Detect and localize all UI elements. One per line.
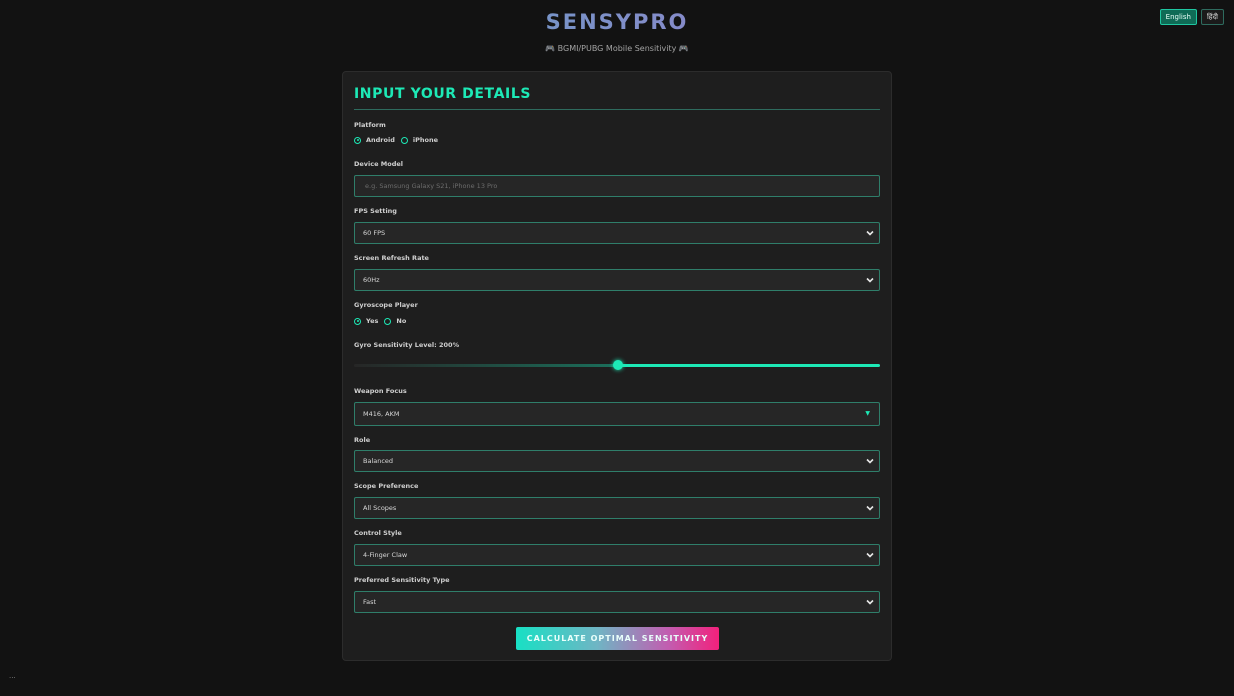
app-logo: SENSYPRO: [0, 10, 1234, 34]
slider-thumb[interactable]: [613, 360, 623, 370]
fps-label: FPS Setting: [354, 207, 397, 215]
tagline-text: BGMI/PUBG Mobile Sensitivity: [557, 44, 677, 53]
chevron-down-icon: [866, 505, 874, 511]
radio-label: iPhone: [412, 136, 438, 144]
fps-value: 60 FPS: [363, 229, 386, 237]
weapon-focus-value: M416, AKM: [363, 410, 400, 418]
gyroscope-label: Gyroscope Player: [354, 301, 418, 309]
refresh-rate-select[interactable]: 60Hz: [354, 269, 880, 291]
language-switcher: English हिंदी: [1159, 9, 1224, 25]
device-model-label: Device Model: [354, 160, 404, 168]
platform-iphone-radio[interactable]: iPhone: [400, 136, 438, 144]
radio-label: Android: [366, 136, 395, 144]
chevron-down-icon: [866, 230, 874, 236]
radio-label: No: [396, 317, 407, 325]
weapon-focus-label: Weapon Focus: [354, 387, 407, 395]
sensitivity-type-select[interactable]: Fast: [354, 591, 880, 613]
gamepad-icon: 🎮: [545, 44, 556, 53]
device-model-field: [354, 175, 880, 197]
page: SENSYPRO 🎮 BGMI/PUBG Mobile Sensitivity …: [0, 0, 1234, 696]
gyroscope-no-radio[interactable]: No: [384, 317, 406, 325]
corner-ellipsis: ...: [9, 672, 16, 680]
tagline: 🎮 BGMI/PUBG Mobile Sensitivity 🎮: [0, 44, 1234, 53]
gyro-level-label: Gyro Sensitivity Level: 200%: [354, 341, 460, 349]
language-hindi-button[interactable]: हिंदी: [1200, 9, 1224, 25]
platform-android-radio[interactable]: Android: [354, 136, 395, 144]
radio-unchecked-icon: [384, 317, 392, 325]
chevron-down-icon: [866, 552, 874, 558]
sensitivity-type-label: Preferred Sensitivity Type: [354, 576, 450, 584]
radio-label: Yes: [366, 317, 379, 325]
radio-unchecked-icon: [400, 136, 408, 144]
control-style-label: Control Style: [354, 529, 402, 537]
caret-down-icon: ▼: [865, 410, 870, 417]
gamepad-icon: 🎮: [678, 44, 689, 53]
fps-select[interactable]: 60 FPS: [354, 222, 880, 244]
platform-radio-group: Android iPhone: [354, 136, 438, 144]
role-value: Balanced: [363, 457, 394, 465]
control-style-value: 4-Finger Claw: [363, 551, 408, 559]
refresh-rate-label: Screen Refresh Rate: [354, 254, 429, 262]
platform-label: Platform: [354, 121, 386, 129]
radio-checked-icon: [354, 317, 361, 325]
scope-select[interactable]: All Scopes: [354, 497, 880, 519]
role-select[interactable]: Balanced: [354, 450, 880, 472]
calculate-sensitivity-button[interactable]: CALCULATE OPTIMAL SENSITIVITY: [516, 627, 719, 650]
chevron-down-icon: [866, 277, 874, 283]
chevron-down-icon: [866, 458, 874, 464]
title-divider: [354, 109, 880, 110]
chevron-down-icon: [866, 599, 874, 605]
weapon-focus-select[interactable]: M416, AKM ▼: [354, 402, 880, 426]
details-form-card: INPUT YOUR DETAILS Platform Android iPho…: [342, 71, 892, 661]
sensitivity-type-value: Fast: [363, 598, 377, 606]
role-label: Role: [354, 436, 371, 444]
gyroscope-radio-group: Yes No: [354, 317, 406, 325]
form-title: INPUT YOUR DETAILS: [354, 86, 532, 102]
gyroscope-yes-radio[interactable]: Yes: [354, 317, 378, 325]
scope-value: All Scopes: [363, 504, 397, 512]
scope-label: Scope Preference: [354, 482, 419, 490]
device-model-input[interactable]: [363, 181, 879, 191]
control-style-select[interactable]: 4-Finger Claw: [354, 544, 880, 566]
refresh-rate-value: 60Hz: [363, 276, 380, 284]
radio-checked-icon: [354, 136, 361, 144]
language-english-button[interactable]: English: [1159, 9, 1197, 25]
